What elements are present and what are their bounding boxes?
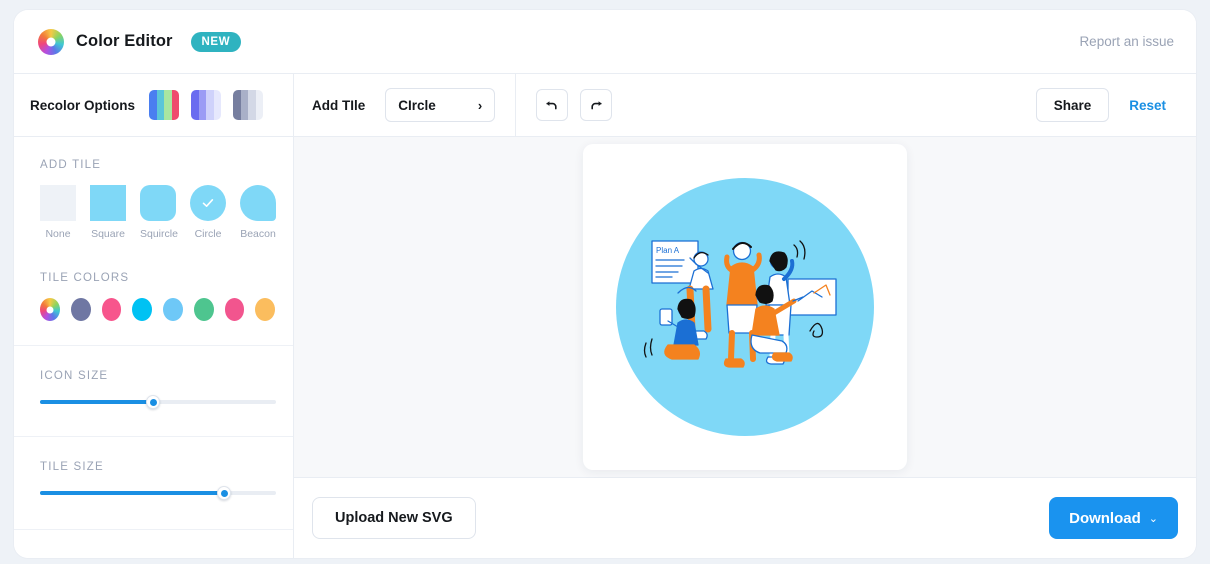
tile-option-none[interactable]: None — [40, 185, 76, 240]
app-header: Color Editor NEW Report an issue — [14, 10, 1196, 74]
tile-size-label: TILE SIZE — [40, 461, 104, 473]
footer-bar: Upload New SVG Download ⌄ — [294, 478, 1196, 558]
tile-preview-circle: Plan A — [616, 178, 874, 436]
swatch-cyan[interactable] — [132, 298, 152, 321]
tile-colors-section-title: TILE COLORS — [40, 272, 130, 284]
icon-size-thumb[interactable] — [146, 395, 161, 409]
artwork-card[interactable]: Plan A — [583, 144, 907, 470]
canvas-column: Plan A Upload New SVG Download ⌄ — [294, 137, 1196, 558]
search-icon[interactable] — [14, 332, 16, 366]
swatch-rainbow[interactable] — [40, 298, 60, 321]
history-controls — [536, 89, 613, 121]
palette-indigo[interactable] — [191, 90, 222, 120]
swatch-light-blue[interactable] — [163, 298, 183, 321]
palette-vivid[interactable] — [149, 90, 180, 120]
status-badge: NEW — [190, 31, 242, 52]
sidebar-divider — [14, 529, 293, 530]
toolbar-actions: Share Reset — [1035, 74, 1196, 136]
redo-arrow-icon — [591, 101, 602, 110]
tile-shape-list: None Square Squircle Circle Beacon — [40, 185, 276, 240]
tile-size-slider[interactable] — [40, 486, 276, 500]
toolbar: Recolor Options Add TIle CIrcle › Share … — [14, 74, 1196, 137]
download-label: Download — [1069, 509, 1141, 527]
icon-size-label: ICON SIZE — [40, 370, 109, 382]
undo-button[interactable] — [536, 89, 569, 121]
tile-option-squircle[interactable]: Squircle — [140, 185, 178, 240]
tile-option-square[interactable]: Square — [90, 185, 126, 240]
reset-button[interactable]: Reset — [1117, 88, 1178, 122]
add-tile-label: Add TIle — [312, 97, 366, 113]
tile-shape-circle — [190, 185, 226, 221]
tile-option-beacon[interactable]: Beacon — [240, 185, 276, 240]
tile-shape-none — [40, 185, 76, 221]
share-button[interactable]: Share — [1035, 88, 1110, 122]
swatch-magenta[interactable] — [224, 298, 245, 321]
upload-new-svg-button[interactable]: Upload New SVG — [312, 497, 476, 539]
tile-option-label: Beacon — [240, 228, 276, 240]
icon-size-slider[interactable] — [40, 395, 276, 409]
page-title: Color Editor — [76, 32, 173, 50]
report-an-issue-link[interactable]: Report an issue — [1079, 34, 1174, 49]
palette-slate[interactable] — [233, 90, 264, 120]
palette-list — [149, 90, 264, 120]
tile-size-section: TILE SIZE — [14, 436, 293, 505]
tile-option-label: Square — [91, 228, 125, 240]
color-editor-window: Color Editor NEW Report an issue Recolor… — [14, 10, 1196, 558]
tile-colors-section: TILE COLORS — [14, 246, 293, 327]
icon-size-fill — [40, 400, 154, 404]
tile-shape-squircle — [140, 185, 176, 221]
download-button[interactable]: Download ⌄ — [1049, 497, 1178, 539]
app-body: ADD TILE None Square Squircle Circle Bea… — [14, 137, 1196, 558]
color-wheel-icon — [38, 28, 64, 55]
preview-canvas: Plan A — [294, 137, 1196, 478]
toolbar-divider — [515, 74, 517, 136]
tile-color-list — [40, 298, 275, 321]
undo-arrow-icon — [546, 101, 557, 110]
add-tile-value: CIrcle — [398, 97, 436, 113]
tile-size-thumb[interactable] — [217, 486, 232, 500]
swatch-orange[interactable] — [255, 298, 275, 321]
recolor-options-label: Recolor Options — [30, 97, 136, 113]
tile-option-circle[interactable]: Circle — [190, 185, 226, 240]
team-presentation-illustration: Plan A — [643, 240, 837, 368]
tile-shape-beacon — [240, 185, 276, 221]
icon-size-section: ICON SIZE — [14, 345, 293, 414]
swatch-green[interactable] — [193, 298, 214, 321]
add-tile-section-title: ADD TILE — [40, 159, 102, 171]
options-sidebar: ADD TILE None Square Squircle Circle Bea… — [14, 137, 294, 558]
chevron-right-icon: › — [477, 97, 483, 113]
add-tile-select[interactable]: CIrcle › — [385, 88, 496, 122]
tile-size-fill — [40, 491, 225, 495]
tile-option-label: Circle — [194, 228, 222, 240]
tile-option-label: Squircle — [140, 228, 178, 240]
check-icon — [202, 199, 214, 207]
swatch-pink[interactable] — [101, 298, 122, 321]
chevron-down-icon: ⌄ — [1148, 512, 1158, 525]
brand: Color Editor NEW — [38, 28, 242, 55]
add-tile-section: ADD TILE None Square Squircle Circle Bea… — [14, 137, 293, 246]
tile-shape-square — [90, 185, 126, 221]
add-tile-group: Add TIle CIrcle › — [294, 74, 1036, 136]
svg-text:Plan A: Plan A — [656, 246, 680, 255]
swatch-slate[interactable] — [70, 298, 91, 321]
redo-button[interactable] — [580, 89, 613, 121]
recolor-options-group: Recolor Options — [14, 74, 294, 136]
tile-option-label: None — [45, 228, 71, 240]
